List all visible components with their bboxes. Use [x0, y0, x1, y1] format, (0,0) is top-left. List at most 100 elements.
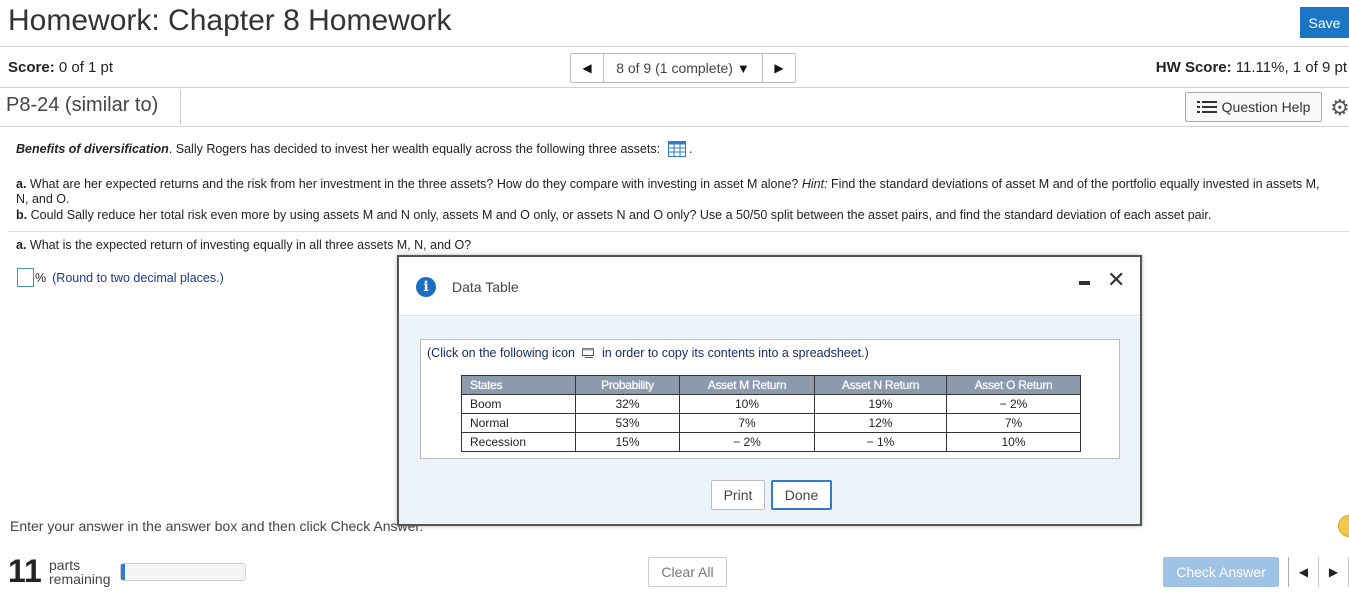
copy-instruction: (Click on the following icon in order to… — [427, 346, 869, 360]
dialog-body: (Click on the following icon in order to… — [399, 317, 1140, 524]
score-value: 0 of 1 pt — [58, 59, 114, 76]
minimize-icon[interactable] — [1079, 281, 1090, 285]
instruction-text: Enter your answer in the answer box and … — [10, 518, 424, 534]
question-select-dropdown[interactable]: 8 of 9 (1 complete) ▼ — [603, 54, 763, 82]
copy-text-before: (Click on the following icon — [427, 346, 575, 360]
table-cell: Boom — [461, 394, 576, 414]
divider — [180, 90, 181, 124]
returns-table: States Probability Asset M Return Asset … — [461, 375, 1081, 452]
table-cell: Recession — [461, 432, 576, 452]
problem-intro: Benefits of diversification. Sally Roger… — [16, 141, 693, 157]
table-cell: − 2% — [946, 394, 1081, 414]
score-label: Score: — [8, 59, 55, 76]
table-row: Normal 53% 7% 12% 7% — [461, 413, 1081, 433]
part-b-text: Could Sally reduce her total risk even m… — [30, 208, 1212, 222]
problem-id: P8-24 (similar to) — [6, 94, 159, 116]
table-cell: 10% — [946, 432, 1081, 452]
dialog-header: i Data Table ✕ — [399, 257, 1140, 316]
answer-input[interactable] — [17, 268, 34, 287]
bottom-navigator: ◀ ▶ — [1288, 557, 1349, 587]
header-states: States — [461, 375, 576, 395]
done-button[interactable]: Done — [771, 480, 832, 510]
header-asset-m: Asset M Return — [679, 375, 815, 395]
copy-text-after: in order to copy its contents into a spr… — [601, 346, 869, 360]
table-cell: 7% — [679, 413, 815, 433]
next-question-button[interactable]: ▶ — [763, 54, 795, 82]
caret-down-icon: ▼ — [736, 60, 750, 76]
hint-text: Find the standard deviations of asset M … — [831, 177, 1263, 191]
table-cell: 19% — [814, 394, 947, 414]
table-cell: − 2% — [679, 432, 815, 452]
divider — [0, 46, 1349, 47]
table-row: Recession 15% − 2% − 1% 10% — [461, 432, 1081, 452]
question-help-label: Question Help — [1221, 99, 1311, 115]
divider — [8, 231, 1349, 232]
intro-text: . Sally Rogers has decided to invest her… — [168, 142, 661, 156]
table-cell: Normal — [461, 413, 576, 433]
previous-button[interactable]: ◀ — [1289, 557, 1319, 587]
hw-score-label: HW Score: — [1155, 59, 1232, 76]
data-table-dialog: i Data Table ✕ (Click on the following i… — [397, 255, 1142, 526]
next-button[interactable]: ▶ — [1319, 557, 1349, 587]
save-button[interactable]: Save — [1300, 7, 1349, 38]
parts-word: parts — [49, 557, 81, 573]
progress-fill — [121, 564, 125, 580]
check-answer-button[interactable]: Check Answer — [1163, 557, 1279, 587]
previous-question-button[interactable]: ◀ — [571, 54, 603, 82]
close-icon[interactable]: ✕ — [1107, 267, 1125, 293]
table-row: Boom 32% 10% 19% − 2% — [461, 394, 1081, 414]
answer-row: % (Round to two decimal places.) — [17, 268, 224, 287]
part-a-label: a. — [16, 177, 27, 191]
table-cell: 53% — [575, 413, 680, 433]
smiley-icon[interactable] — [1338, 515, 1349, 537]
parts-count: 11 — [8, 553, 42, 589]
question-navigator: ◀ 8 of 9 (1 complete) ▼ ▶ — [570, 53, 796, 83]
table-cell: 32% — [575, 394, 680, 414]
question-prompt: a. What is the expected return of invest… — [16, 238, 471, 252]
print-button[interactable]: Print — [711, 480, 765, 510]
part-a-text: What are her expected returns and the ri… — [29, 177, 799, 191]
part-a-description: a. What are her expected returns and the… — [16, 177, 1331, 207]
progress-bar — [120, 563, 246, 581]
header-probability: Probability — [575, 375, 680, 395]
table-cell: 10% — [679, 394, 815, 414]
hw-score-value: 11.11%, 1 of 9 pt — [1235, 59, 1347, 76]
intro-bold: Benefits of diversification — [16, 142, 169, 156]
score-display: Score: 0 of 1 pt — [8, 59, 113, 76]
spreadsheet-copy-icon[interactable] — [582, 348, 595, 358]
header-asset-n: Asset N Return — [814, 375, 947, 395]
question-text: What is the expected return of investing… — [29, 238, 472, 252]
info-icon: i — [416, 277, 436, 297]
question-position: 8 of 9 (1 complete) — [616, 60, 733, 76]
divider — [0, 87, 1349, 88]
part-b-description: b. Could Sally reduce her total risk eve… — [16, 208, 1211, 222]
homework-page: Homework: Chapter 8 Homework Save Score:… — [0, 0, 1349, 596]
triangle-left-icon: ◀ — [1298, 565, 1309, 579]
dialog-buttons: Print Done — [711, 480, 832, 510]
hint-label: Hint: — [801, 177, 828, 191]
gear-icon[interactable]: ⚙ — [1330, 95, 1349, 121]
table-cell: 7% — [946, 413, 1081, 433]
rounding-hint: (Round to two decimal places.) — [52, 270, 224, 285]
triangle-left-icon: ◀ — [582, 61, 592, 75]
parts-remaining-label: parts remaining — [49, 558, 110, 586]
question-help-button[interactable]: Question Help — [1185, 92, 1322, 122]
question-label: a. — [16, 238, 27, 252]
data-table-icon[interactable] — [667, 141, 686, 157]
divider — [0, 126, 1349, 127]
table-cell: − 1% — [814, 432, 947, 452]
table-header-row: States Probability Asset M Return Asset … — [461, 375, 1081, 395]
triangle-right-icon: ▶ — [774, 61, 784, 75]
hw-score-display: HW Score: 11.11%, 1 of 9 pt — [1156, 59, 1347, 76]
answer-unit: % — [35, 270, 47, 285]
dialog-title: Data Table — [452, 279, 519, 295]
header-asset-o: Asset O Return — [946, 375, 1081, 395]
triangle-right-icon: ▶ — [1328, 565, 1339, 579]
data-table-container: (Click on the following icon in order to… — [420, 339, 1120, 459]
clear-all-button[interactable]: Clear All — [648, 557, 727, 587]
table-cell: 15% — [575, 432, 680, 452]
part-b-label: b. — [16, 208, 28, 222]
page-title: Homework: Chapter 8 Homework — [8, 4, 452, 37]
table-cell: 12% — [814, 413, 947, 433]
remaining-word: remaining — [49, 571, 111, 587]
